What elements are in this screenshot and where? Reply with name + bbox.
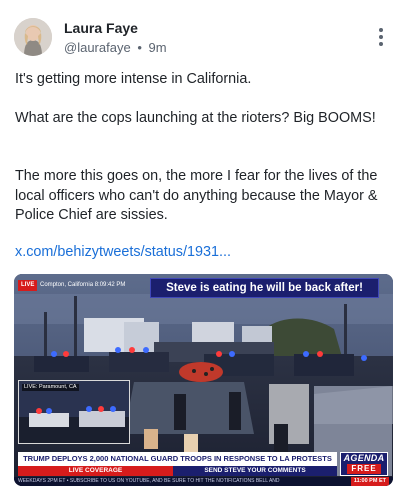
video-embed[interactable]: LIVE Compton, California 8:09:42 PM Stev… [14,274,393,486]
menu-dot [379,28,383,32]
post-paragraph: It's getting more intense in California. [15,71,252,87]
lower-third: TRUMP DEPLOYS 2,000 NATIONAL GUARD TROOP… [14,452,393,486]
top-banner: Steve is eating he will be back after! [150,278,379,298]
more-vertical-icon[interactable] [373,24,389,50]
post-header: Laura Faye @laurafaye • 9m [14,18,393,62]
pip-window: LIVE: Paramount, CA [18,380,130,444]
menu-dot [379,42,383,46]
news-ticker: WEEKDAYS 2PM ET • SUBSCRIBE TO US ON YOU… [14,477,393,486]
live-badge: LIVE [18,280,38,291]
post-paragraph: The more this goes on, the more I fear f… [15,168,378,223]
comments-bar: SEND STEVE YOUR COMMENTS [173,466,337,476]
pip-label: LIVE: Paramount, CA [22,384,79,391]
post-paragraph: What are the cops launching at the riote… [15,110,376,126]
menu-dot [379,35,383,39]
logo-top-text: AGENDA [343,453,385,463]
news-headline: TRUMP DEPLOYS 2,000 NATIONAL GUARD TROOP… [18,452,337,466]
location-text: Compton, California 8:09:42 PM [40,282,126,288]
author-meta: @laurafaye • 9m [64,39,167,57]
ticker-time: 11:00 PM ET [350,477,389,486]
author-handle[interactable]: @laurafaye [64,40,131,55]
author-name[interactable]: Laura Faye [64,19,167,37]
live-coverage-bar: LIVE COVERAGE [18,466,173,476]
agenda-free-logo: AGENDA FREE [340,452,388,476]
author-block: Laura Faye @laurafaye • 9m [64,19,167,57]
logo-bottom-text: FREE [347,464,381,474]
avatar[interactable] [14,18,52,56]
post-time[interactable]: 9m [149,40,167,55]
post-card: Laura Faye @laurafaye • 9m It's getting … [0,0,407,500]
meta-separator: • [137,40,142,55]
post-link[interactable]: x.com/behizytweets/status/1931... [15,244,231,260]
avatar-image [14,18,52,56]
